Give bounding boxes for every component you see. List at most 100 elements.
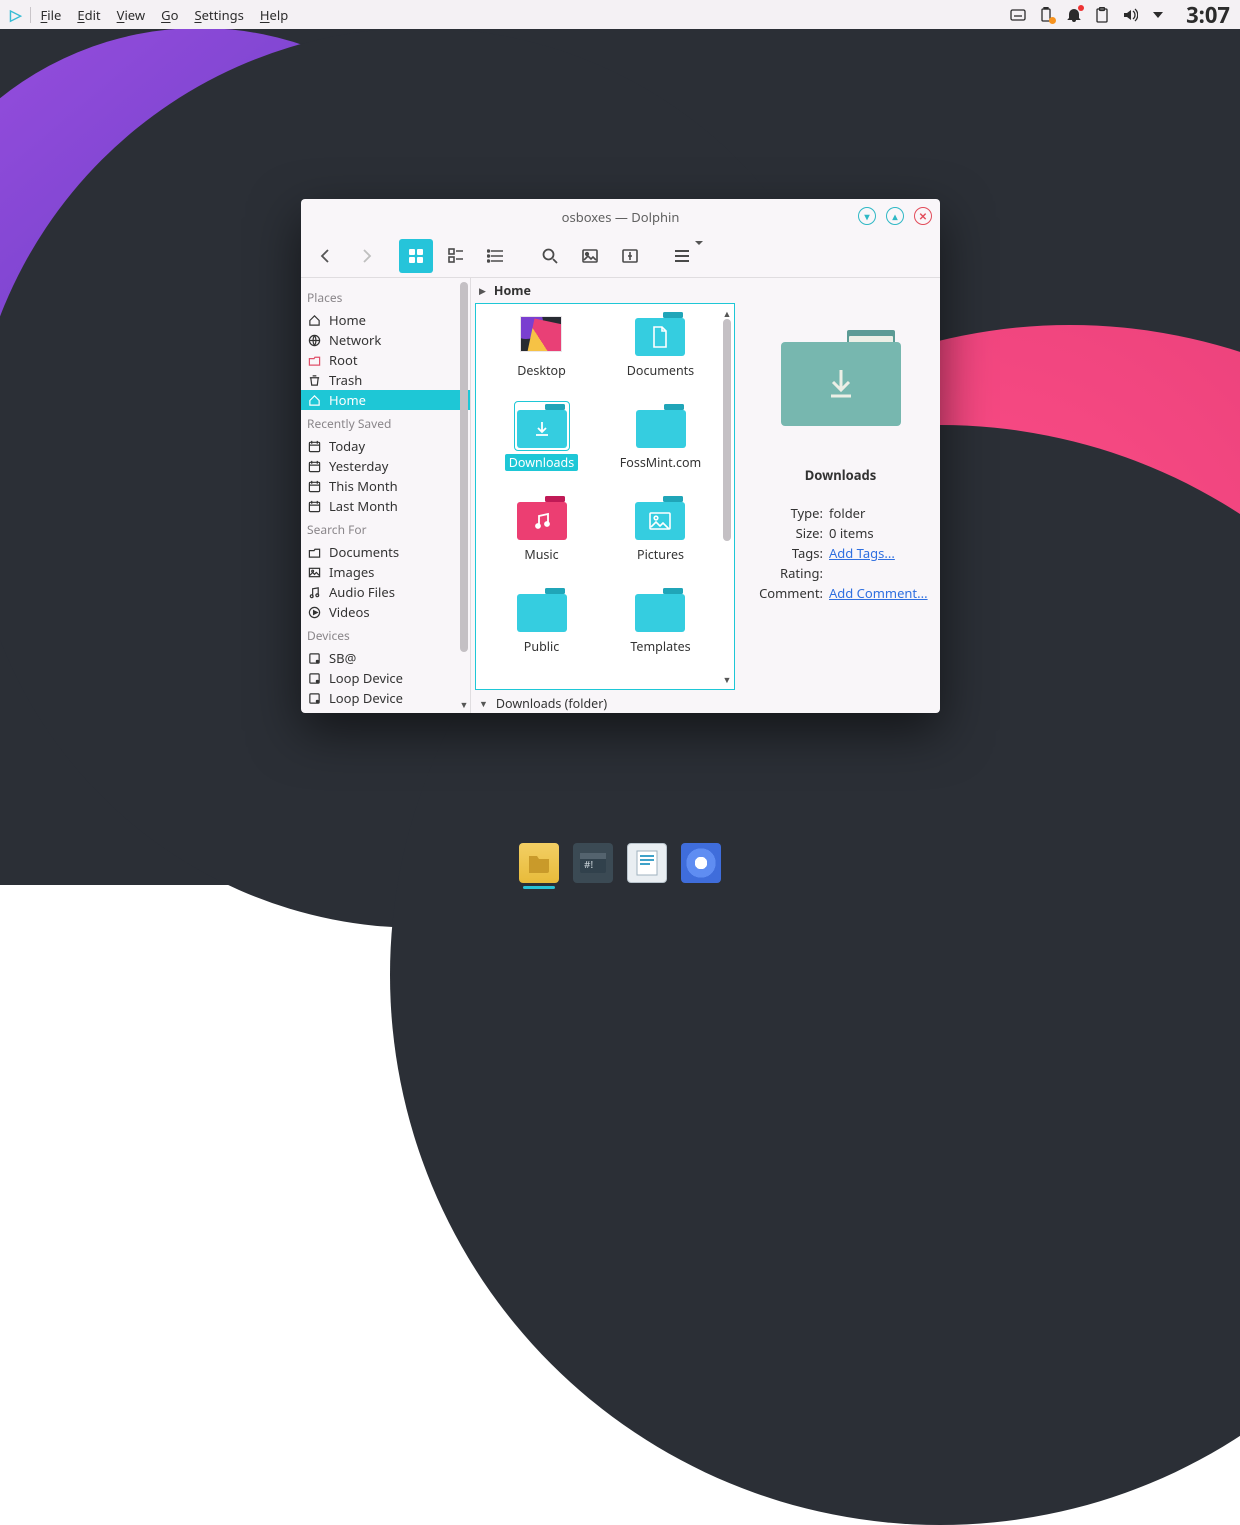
add-comment-link[interactable]: Add Comment...: [829, 584, 930, 602]
sidebar-item-loop-device[interactable]: Loop Device: [301, 688, 470, 708]
trash-icon: [307, 374, 321, 387]
details-size: 0 items: [829, 524, 930, 542]
folder-music[interactable]: Music: [515, 494, 569, 563]
folder-pictures[interactable]: Pictures: [633, 494, 688, 563]
sidebar-item-documents[interactable]: Documents: [301, 542, 470, 562]
menu-go[interactable]: Go: [161, 6, 178, 24]
keyboard-icon[interactable]: [1010, 7, 1026, 23]
sidebar-item-home[interactable]: Home: [301, 310, 470, 330]
tray-expand-icon[interactable]: [1150, 7, 1166, 23]
details-type: folder: [829, 504, 930, 522]
folder-icon: [633, 494, 687, 542]
folder-templates[interactable]: Templates: [626, 586, 694, 655]
folder-label: Downloads: [505, 454, 578, 471]
close-button[interactable]: ✕: [914, 207, 932, 225]
titlebar[interactable]: osboxes — Dolphin ▾ ▴ ✕: [301, 199, 940, 234]
sidebar-item-today[interactable]: Today: [301, 436, 470, 456]
sidebar-item-trash[interactable]: Trash: [301, 370, 470, 390]
folder-label: FossMint.com: [616, 454, 705, 471]
folder-icon: [633, 586, 687, 634]
selected-path[interactable]: ▼ Downloads (folder): [471, 693, 940, 713]
path-expand-icon[interactable]: ▼: [479, 697, 488, 710]
sidebar-section-header: Devices: [301, 622, 470, 648]
folder-icon: [515, 402, 569, 450]
add-tags-link[interactable]: Add Tags...: [829, 544, 930, 562]
disk-icon: [307, 652, 321, 665]
folder-documents[interactable]: Documents: [623, 310, 698, 379]
folder-downloads[interactable]: Downloads: [505, 402, 578, 471]
split-button[interactable]: [613, 239, 647, 273]
menu-settings[interactable]: Settings: [194, 6, 243, 24]
image-icon: [307, 566, 321, 579]
toolbar: [301, 234, 940, 278]
forward-button[interactable]: [349, 239, 383, 273]
folder-icon: [515, 494, 569, 542]
app-launcher-icon[interactable]: ▷: [10, 5, 22, 25]
folder-desktop[interactable]: Desktop: [513, 310, 570, 379]
top-panel: ▷ File Edit View Go Settings Help 3:07: [0, 0, 1240, 29]
svg-text:#!: #!: [584, 857, 593, 871]
minimize-button[interactable]: ▾: [858, 207, 876, 225]
folder-label: Music: [520, 546, 562, 563]
dock-document[interactable]: [627, 843, 667, 883]
home-icon: [307, 394, 321, 407]
sidebar-item-audio-files[interactable]: Audio Files: [301, 582, 470, 602]
folder-icon: [515, 586, 569, 634]
network-icon: [307, 334, 321, 347]
back-button[interactable]: [309, 239, 343, 273]
sidebar-scrollbar[interactable]: ▼: [458, 278, 470, 713]
folder-scrollbar[interactable]: ▲▼: [721, 305, 733, 688]
folder-view[interactable]: Desktop Documents Downloads FossMint.com Mus…: [475, 303, 735, 690]
dock-files[interactable]: [519, 843, 559, 883]
maximize-button[interactable]: ▴: [886, 207, 904, 225]
menu-edit[interactable]: Edit: [77, 6, 100, 24]
sidebar-item-yesterday[interactable]: Yesterday: [301, 456, 470, 476]
selected-path-label: Downloads (folder): [496, 695, 607, 712]
compact-view-button[interactable]: [439, 239, 473, 273]
menu-help[interactable]: Help: [260, 6, 288, 24]
preview-button[interactable]: [573, 239, 607, 273]
sidebar-item-this-month[interactable]: This Month: [301, 476, 470, 496]
sidebar-section-header: Search For: [301, 516, 470, 542]
clipboard-icon[interactable]: [1094, 7, 1110, 23]
search-button[interactable]: [533, 239, 567, 273]
folder-label: Documents: [623, 362, 698, 379]
volume-icon[interactable]: [1122, 7, 1138, 23]
sidebar-item-root[interactable]: Root: [301, 350, 470, 370]
cal-icon: [307, 440, 321, 453]
breadcrumb-expand-icon[interactable]: ▶: [479, 284, 486, 297]
sidebar-item-home[interactable]: Home: [301, 390, 470, 410]
audio-icon: [307, 586, 321, 599]
breadcrumb[interactable]: ▶ Home: [471, 280, 940, 300]
folder-icon: [514, 310, 568, 358]
video-icon: [307, 606, 321, 619]
cal-icon: [307, 500, 321, 513]
control-menu-button[interactable]: [667, 239, 709, 273]
window-title: osboxes — Dolphin: [562, 208, 680, 226]
icons-view-button[interactable]: [399, 239, 433, 273]
notifications-icon[interactable]: [1066, 7, 1082, 23]
breadcrumb-home[interactable]: Home: [494, 282, 531, 299]
system-tray: 3:07: [1010, 0, 1230, 30]
details-view-button[interactable]: [479, 239, 513, 273]
clock[interactable]: 3:07: [1186, 0, 1230, 30]
sidebar-item-images[interactable]: Images: [301, 562, 470, 582]
dock-terminal[interactable]: #!: [573, 843, 613, 883]
menu-view[interactable]: View: [117, 6, 145, 24]
sidebar-section-header: Recently Saved: [301, 410, 470, 436]
disk-icon: [307, 672, 321, 685]
battery-icon[interactable]: [1038, 7, 1054, 23]
details-rating[interactable]: [829, 564, 930, 582]
details-title: Downloads: [751, 466, 930, 484]
folder-public[interactable]: Public: [515, 586, 569, 655]
dock-browser[interactable]: [681, 843, 721, 883]
sidebar-item-videos[interactable]: Videos: [301, 602, 470, 622]
root-icon: [307, 354, 321, 367]
sidebar-item-network[interactable]: Network: [301, 330, 470, 350]
sidebar-item-sb-[interactable]: SB@: [301, 648, 470, 668]
folder-fossmint-com[interactable]: FossMint.com: [616, 402, 705, 471]
sidebar-item-loop-device[interactable]: Loop Device: [301, 668, 470, 688]
menu-file[interactable]: File: [41, 6, 62, 24]
sidebar-item-last-month[interactable]: Last Month: [301, 496, 470, 516]
folder-label: Pictures: [633, 546, 688, 563]
